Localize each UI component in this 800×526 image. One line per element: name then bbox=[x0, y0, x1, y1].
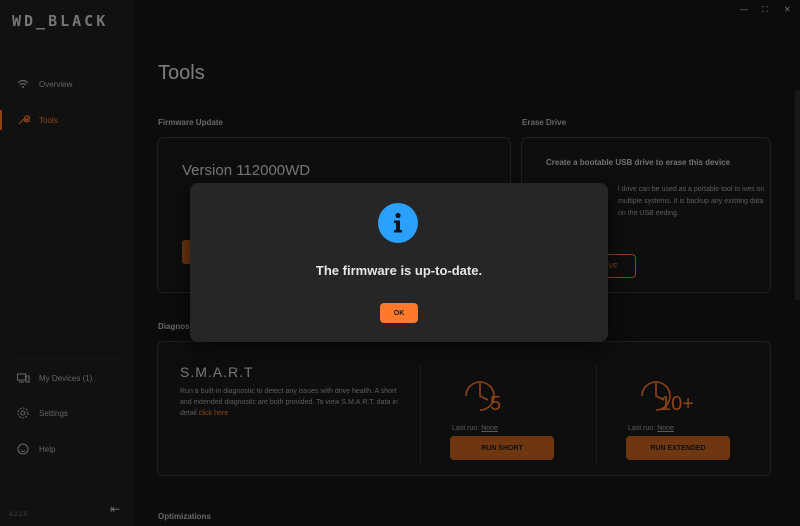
info-icon bbox=[378, 203, 418, 243]
dialog-message: The firmware is up-to-date. bbox=[315, 263, 483, 278]
firmware-status-dialog: The firmware is up-to-date. OK bbox=[190, 183, 608, 342]
ok-button[interactable]: OK bbox=[380, 303, 418, 323]
